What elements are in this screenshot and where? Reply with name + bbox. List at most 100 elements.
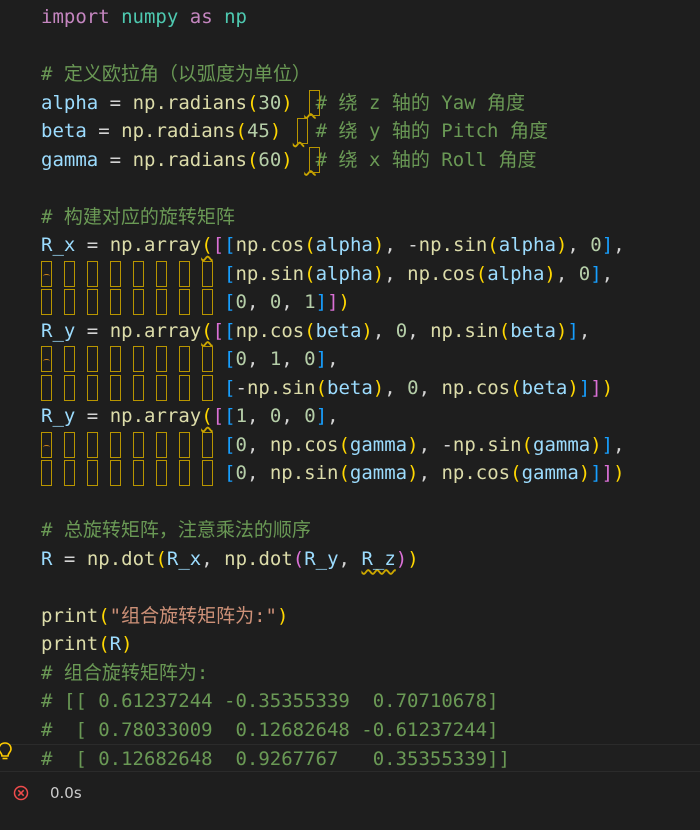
- indent-whitespace-marker: [202, 346, 213, 372]
- code-line-20: R = np.dot(R_x, np.dot(R_y, R_z)): [41, 547, 419, 570]
- indent-whitespace-marker: [87, 374, 98, 401]
- code-line-25: # [[ 0.61237244 -0.35355339 0.70710678]: [0, 687, 700, 715]
- indent-whitespace-marker: [133, 346, 144, 372]
- var-beta: beta: [41, 120, 87, 142]
- indent-whitespace-marker: [87, 346, 98, 372]
- code-line-4: alpha = np.radians(30) # 绕 z 轴的 Yaw 角度: [41, 91, 526, 114]
- indent-whitespace-marker: [133, 374, 144, 401]
- indent-whitespace-marker: [110, 260, 121, 287]
- error-circle-icon[interactable]: [13, 785, 29, 801]
- cell-status-bar: 0.0s: [0, 780, 700, 802]
- indent-whitespace-marker: [64, 289, 75, 315]
- trailing-whitespace-marker: [297, 118, 308, 144]
- comment-roll: # 绕 x 轴的 Roll 角度: [315, 148, 537, 171]
- code-line-16: [0, np.cos(gamma), -np.sin(gamma)],: [224, 433, 625, 456]
- trailing-whitespace-marker: [309, 89, 320, 116]
- indent-whitespace-marker: [64, 460, 75, 486]
- comment-output-row-2: # [ 0.78033009 0.12682648 -0.61237244]: [41, 718, 499, 741]
- module-alias: np: [224, 6, 247, 28]
- comment-output-row-1: # [[ 0.61237244 -0.35355339 0.70710678]: [41, 690, 499, 712]
- lightbulb-icon[interactable]: [0, 742, 12, 762]
- keyword-import: import: [41, 6, 110, 28]
- code-line-23: print(R): [41, 633, 133, 655]
- indent-whitespace-marker: [110, 460, 121, 486]
- num-30: 30: [258, 91, 282, 114]
- comment-output-row-3: # [ 0.12682648 0.9267767 0.35355339]]: [41, 748, 510, 770]
- code-line-22: print("组合旋转矩阵为:"): [41, 604, 289, 627]
- code-line-19: # 总旋转矩阵，注意乘法的顺序: [0, 516, 700, 544]
- code-line-8: # 构建对应的旋转矩阵: [0, 203, 700, 231]
- trailing-whitespace-marker: [309, 146, 320, 173]
- indent-whitespace-marker: [41, 346, 52, 372]
- execution-time: 0.0s: [50, 784, 82, 802]
- indent-whitespace-marker: [64, 260, 75, 287]
- indent-whitespace-marker: [110, 289, 121, 315]
- keyword-as: as: [189, 6, 213, 28]
- indent-whitespace-marker: [87, 431, 98, 458]
- code-line-27-current: # [ 0.12682648 0.9267767 0.35355339]]: [0, 744, 700, 773]
- string-result-label: "组合旋转矩阵为:": [109, 604, 277, 627]
- indent-whitespace-marker: [202, 374, 213, 401]
- indent-whitespace-marker: [156, 374, 167, 401]
- num-60: 60: [258, 148, 282, 171]
- indent-whitespace-marker: [110, 346, 121, 372]
- code-line-14: [-np.sin(beta), 0, np.cos(beta)]]): [224, 376, 614, 399]
- indent-whitespace-marker: [133, 289, 144, 315]
- code-line-12: R_y = np.array([[np.cos(beta), 0, np.sin…: [41, 319, 591, 342]
- indent-whitespace-marker: [179, 289, 190, 315]
- code-line-13: [0, 1, 0],: [224, 348, 339, 370]
- module-name: numpy: [121, 6, 179, 28]
- func-radians-beta: np.radians: [121, 120, 236, 142]
- var-alpha: alpha: [41, 91, 99, 114]
- indent-whitespace-marker: [41, 374, 52, 401]
- code-line-6: gamma = np.radians(60) # 绕 x 轴的 Roll 角度: [41, 148, 537, 171]
- code-line-3: # 定义欧拉角（以弧度为单位）: [0, 60, 700, 88]
- indent-whitespace-marker: [64, 374, 75, 401]
- indent-whitespace-marker: [64, 346, 75, 372]
- indent-whitespace-marker: [179, 460, 190, 486]
- indent-whitespace-marker: [41, 460, 52, 486]
- indent-whitespace-marker: [156, 431, 167, 458]
- func-radians-gamma: np.radians: [132, 148, 247, 171]
- code-line-10: [np.sin(alpha), np.cos(alpha), 0],: [224, 262, 614, 285]
- indent-whitespace-marker: [202, 289, 213, 315]
- indent-whitespace-marker: [133, 260, 144, 287]
- indent-whitespace-marker: [156, 460, 167, 486]
- code-line-15: R_y = np.array([[1, 0, 0],: [41, 405, 339, 427]
- code-line-24: # 组合旋转矩阵为:: [0, 659, 700, 687]
- code-line-5: beta = np.radians(45) # 绕 y 轴的 Pitch 角度: [41, 120, 548, 142]
- indent-whitespace-marker: [156, 260, 167, 287]
- indent-whitespace-marker: [156, 289, 167, 315]
- indent-whitespace-marker: [110, 431, 121, 458]
- code-editor[interactable]: import numpy as np # 定义欧拉角（以弧度为单位） alpha…: [0, 0, 700, 780]
- var-gamma: gamma: [41, 148, 99, 171]
- indent-whitespace-marker: [179, 431, 190, 458]
- num-45: 45: [246, 120, 270, 142]
- comment-pitch: # 绕 y 轴的 Pitch 角度: [315, 120, 548, 142]
- code-line-9: R_x = np.array([[np.cos(alpha), -np.sin(…: [41, 234, 625, 256]
- indent-whitespace-marker: [179, 374, 190, 401]
- indent-whitespace-marker: [64, 431, 75, 458]
- indent-whitespace-marker: [41, 260, 52, 287]
- indent-whitespace-marker: [110, 374, 121, 401]
- indent-whitespace-marker: [156, 346, 167, 372]
- func-radians-alpha: np.radians: [132, 91, 247, 114]
- indent-whitespace-marker: [202, 460, 213, 486]
- code-line-1: import numpy as np: [0, 3, 700, 31]
- indent-whitespace-marker: [87, 460, 98, 486]
- comment-total-rotation: # 总旋转矩阵，注意乘法的顺序: [41, 519, 311, 541]
- indent-whitespace-marker: [133, 431, 144, 458]
- indent-whitespace-marker: [41, 289, 52, 315]
- comment-output-label: # 组合旋转矩阵为:: [41, 661, 209, 684]
- indent-whitespace-marker: [87, 289, 98, 315]
- code-line-17: [0, np.sin(gamma), np.cos(gamma)]]): [224, 462, 625, 484]
- indent-whitespace-marker: [202, 431, 213, 458]
- indent-whitespace-marker: [87, 260, 98, 287]
- indent-whitespace-marker: [179, 346, 190, 372]
- code-line-26: # [ 0.78033009 0.12682648 -0.61237244]: [0, 716, 700, 744]
- code-line-11: [0, 0, 1]]): [224, 291, 350, 313]
- indent-whitespace-marker: [179, 260, 190, 287]
- indent-whitespace-marker: [202, 260, 213, 287]
- comment-yaw: # 绕 z 轴的 Yaw 角度: [315, 91, 526, 114]
- indent-whitespace-marker: [133, 460, 144, 486]
